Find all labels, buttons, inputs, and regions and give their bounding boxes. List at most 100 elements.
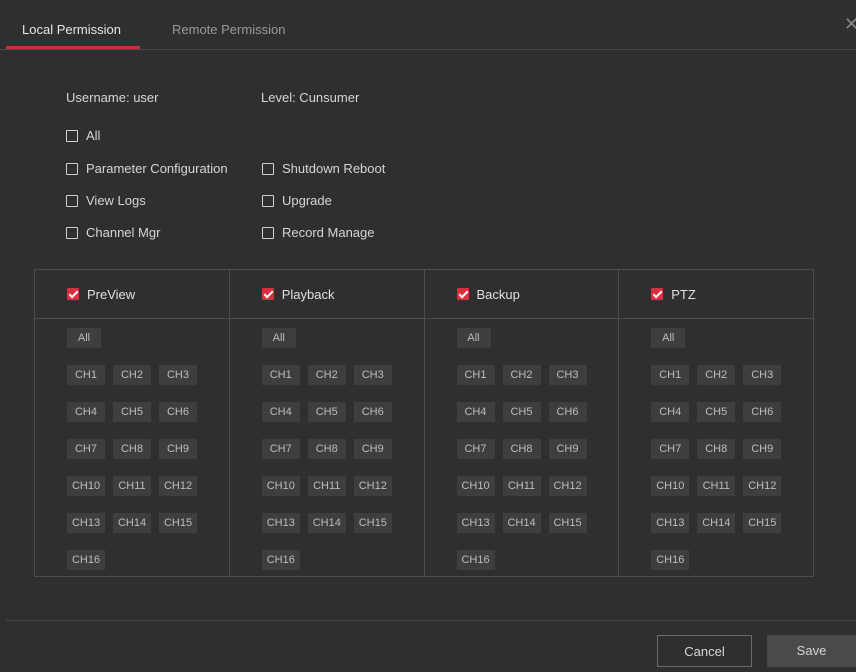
channel-chip[interactable]: CH11 [113,476,151,496]
channel-chip[interactable]: CH7 [67,439,105,459]
channel-chip[interactable]: CH1 [651,365,690,385]
channel-chip[interactable]: CH4 [261,402,300,422]
channel-chip[interactable]: CH13 [261,513,300,533]
checkbox-icon[interactable] [66,162,78,175]
channel-chip[interactable]: CH11 [697,476,736,496]
channel-chip[interactable]: CH6 [743,402,782,422]
checkbox-checked-icon[interactable] [261,288,274,300]
category-header[interactable]: Backup [424,270,619,319]
channel-chip[interactable]: CH8 [113,439,151,459]
channel-chip[interactable]: CH14 [697,513,736,533]
channel-chip[interactable]: CH10 [67,476,105,496]
channel-chip[interactable]: CH9 [743,439,782,459]
channel-chip[interactable]: CH5 [307,402,346,422]
channel-chip[interactable]: CH11 [307,476,346,496]
channel-chip[interactable]: CH14 [502,513,541,533]
tab-remote-permission[interactable]: Remote Permission [172,22,285,37]
channel-chip[interactable]: CH6 [353,402,392,422]
channel-chip[interactable]: CH7 [456,439,495,459]
channel-chip[interactable]: CH12 [159,476,197,496]
checkbox-checked-icon[interactable] [67,288,79,300]
channel-all-chip[interactable]: All [651,328,686,348]
checkbox-icon[interactable] [66,226,78,239]
channel-chip[interactable]: CH15 [353,513,392,533]
channel-chip[interactable]: CH10 [261,476,300,496]
channel-chip[interactable]: CH4 [456,402,495,422]
channel-all-chip[interactable]: All [67,328,101,348]
channel-all-chip[interactable]: All [456,328,491,348]
channel-chip[interactable]: CH15 [743,513,782,533]
channel-chip[interactable]: CH1 [261,365,300,385]
save-button[interactable]: Save [767,635,856,667]
channel-chip[interactable]: CH3 [159,365,197,385]
checkbox-icon[interactable] [262,226,274,239]
channel-chip[interactable]: CH9 [159,439,197,459]
checkbox-icon[interactable] [262,162,274,175]
channel-chip[interactable]: CH16 [261,550,300,570]
channel-chip[interactable]: CH13 [456,513,495,533]
permission-label: View Logs [86,193,146,208]
channel-chip[interactable]: CH1 [67,365,105,385]
channel-chip[interactable]: CH15 [548,513,587,533]
channel-all-chip[interactable]: All [261,328,296,348]
checkbox-icon[interactable] [66,194,78,207]
permission-all[interactable]: All [66,128,100,143]
channel-chip[interactable]: CH7 [651,439,690,459]
channel-chip[interactable]: CH1 [456,365,495,385]
channel-chip[interactable]: CH3 [548,365,587,385]
close-icon[interactable]: ✕ [844,14,856,35]
cancel-button[interactable]: Cancel [657,635,752,667]
channel-chip[interactable]: CH2 [697,365,736,385]
checkbox-icon[interactable] [262,194,274,207]
channel-chip[interactable]: CH9 [548,439,587,459]
tab-local-permission[interactable]: Local Permission [22,22,121,37]
channel-chip[interactable]: CH7 [261,439,300,459]
permission-view-logs[interactable]: View Logs [66,193,146,208]
channel-chip[interactable]: CH8 [502,439,541,459]
permission-upgrade[interactable]: Upgrade [262,193,332,208]
channel-chip[interactable]: CH9 [353,439,392,459]
channel-chip[interactable]: CH12 [353,476,392,496]
permission-record-manage[interactable]: Record Manage [262,225,375,240]
checkbox-checked-icon[interactable] [456,288,469,300]
permission-label: Record Manage [282,225,375,240]
channel-chip[interactable]: CH16 [456,550,495,570]
channel-chip[interactable]: CH2 [113,365,151,385]
channel-chip[interactable]: CH12 [548,476,587,496]
channel-chip[interactable]: CH10 [456,476,495,496]
channel-chip[interactable]: CH13 [651,513,690,533]
channel-chip[interactable]: CH3 [353,365,392,385]
channel-chip[interactable]: CH2 [307,365,346,385]
checkbox-checked-icon[interactable] [651,288,664,300]
permission-parameter-configuration[interactable]: Parameter Configuration [66,161,228,176]
channel-chip[interactable]: CH5 [113,402,151,422]
category-header[interactable]: PreView [35,270,229,319]
channel-chip[interactable]: CH2 [502,365,541,385]
permission-channel-mgr[interactable]: Channel Mgr [66,225,160,240]
channel-chip[interactable]: CH6 [159,402,197,422]
channel-chip[interactable]: CH8 [697,439,736,459]
channel-chip[interactable]: CH16 [67,550,105,570]
category-header[interactable]: Playback [229,270,424,319]
channel-chip[interactable]: CH11 [502,476,541,496]
permission-label: Shutdown Reboot [282,161,386,176]
channel-chip[interactable]: CH4 [67,402,105,422]
channel-chip[interactable]: CH12 [743,476,782,496]
channel-chip[interactable]: CH4 [651,402,690,422]
channel-chip[interactable]: CH5 [502,402,541,422]
channel-chip[interactable]: CH14 [307,513,346,533]
channel-chip[interactable]: CH14 [113,513,151,533]
channel-chip[interactable]: CH10 [651,476,690,496]
channel-chip[interactable]: CH3 [743,365,782,385]
channel-chip[interactable]: CH15 [159,513,197,533]
permission-shutdown-reboot[interactable]: Shutdown Reboot [262,161,385,176]
channel-chip[interactable]: CH6 [548,402,587,422]
channel-chip[interactable]: CH16 [651,550,690,570]
channel-chip[interactable]: CH5 [697,402,736,422]
category-header[interactable]: PTZ [619,270,813,319]
channel-chip[interactable]: CH13 [67,513,105,533]
active-tab-indicator [6,46,140,49]
channel-chip[interactable]: CH8 [307,439,346,459]
backup-column: Backup All CH1 CH2 CH3 CH4 CH5 CH6 CH7 CH8 CH9 CH1… [424,270,620,576]
checkbox-icon[interactable] [66,129,78,142]
